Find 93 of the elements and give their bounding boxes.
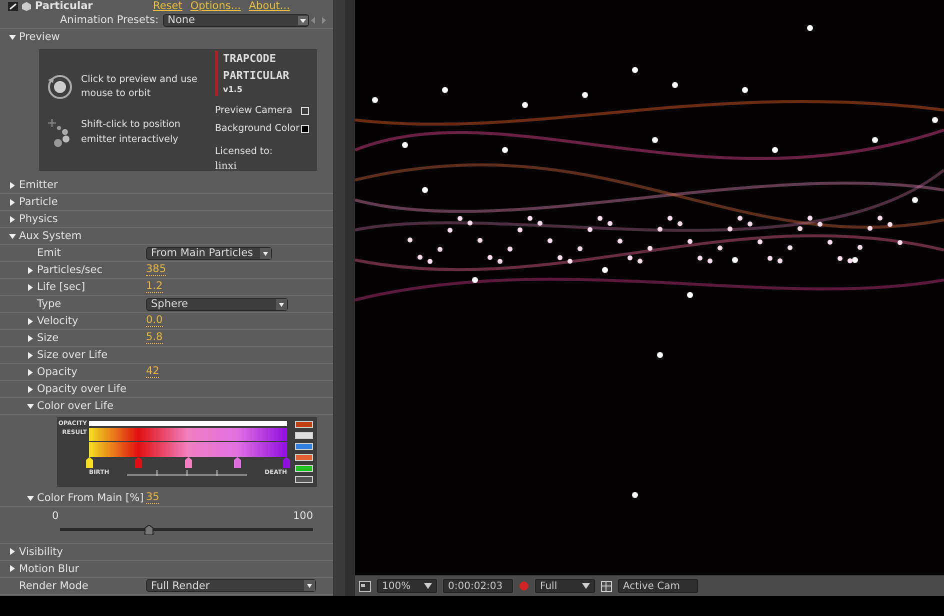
effect-name: Particular — [35, 0, 94, 12]
slider-max-label: 100 — [292, 509, 313, 524]
twirl-icon[interactable] — [9, 232, 16, 240]
twirl-icon[interactable] — [9, 216, 16, 222]
twirl-icon[interactable] — [9, 565, 16, 572]
property-label: Velocity — [37, 316, 78, 326]
cube-icon — [22, 2, 31, 10]
preview-hint: Shift-click to position emitter interactively — [81, 118, 182, 146]
logo-text: PARTICULAR — [223, 68, 290, 84]
gradient-preset-swatch[interactable] — [295, 432, 313, 439]
dropdown[interactable]: From Main Particles — [146, 246, 272, 260]
gradient-preset-swatch[interactable] — [295, 454, 313, 461]
twirl-icon[interactable] — [27, 284, 34, 290]
value-field[interactable]: 385 — [146, 264, 166, 276]
preview-panel[interactable]: Click to preview and use mouse to orbit Shift-click to position emitter interactively TRAPCODE PARTICULAR v1.5 Preview Camera Background Color Licensed to: linxi — [39, 49, 317, 171]
twirl-icon[interactable] — [27, 402, 34, 410]
twirl-icon[interactable] — [9, 182, 16, 188]
color-stop-marker[interactable] — [85, 457, 94, 468]
checkbox[interactable] — [301, 107, 309, 116]
twirl-icon[interactable] — [9, 198, 16, 206]
slider-min-label: 0 — [52, 509, 59, 524]
dropdown[interactable]: Sphere — [146, 298, 288, 310]
property-label: Render Mode — [19, 580, 88, 591]
color-stop-marker[interactable] — [184, 457, 192, 468]
effect-link[interactable]: About... — [248, 0, 290, 12]
caret-icon[interactable] — [424, 583, 432, 589]
twirl-icon[interactable] — [27, 494, 34, 502]
orbit-icon — [47, 74, 73, 100]
twirl-icon[interactable] — [27, 352, 34, 358]
twirl-icon[interactable] — [27, 368, 34, 376]
preview-hint: Click to preview and use mouse to orbit — [81, 73, 198, 102]
section-label: Preview — [19, 32, 60, 43]
presets-label: Animation Presets: — [60, 14, 159, 26]
property-label: Life [sec] — [37, 282, 86, 292]
grid-icon[interactable] — [601, 580, 612, 592]
option-label: Background Color — [215, 122, 300, 136]
section-label: Physics — [19, 214, 58, 224]
resolution-dropdown[interactable]: Full — [535, 579, 595, 593]
slider-thumb[interactable] — [144, 524, 154, 535]
property-label: Emit — [37, 248, 61, 258]
gradient-preset-swatch[interactable] — [295, 443, 313, 450]
gradient-preset-swatch[interactable] — [295, 465, 313, 472]
section-label: Opacity over Life — [37, 384, 126, 394]
gradient-preset-swatch[interactable] — [295, 421, 313, 428]
section-label: Emitter — [19, 180, 58, 190]
caret-icon[interactable] — [276, 298, 287, 310]
composition-icon[interactable] — [359, 580, 371, 592]
section-label: Size over Life — [37, 350, 108, 360]
color-stop-marker[interactable] — [282, 457, 291, 468]
property-label: Opacity — [37, 366, 78, 378]
property-label: Color over Life — [37, 400, 114, 412]
value-field[interactable]: 5.8 — [146, 332, 163, 344]
value-field[interactable]: 1.2 — [146, 281, 163, 293]
timecode-field[interactable]: 0:00:02:03 — [443, 579, 513, 593]
twirl-icon[interactable] — [27, 386, 34, 392]
value-field[interactable]: 42 — [146, 366, 160, 378]
license-label: Licensed to: — [215, 144, 274, 158]
twirl-icon[interactable] — [9, 34, 16, 41]
section-label: Motion Blur — [19, 564, 80, 574]
caret-icon[interactable] — [304, 580, 315, 592]
license-name: linxi — [215, 160, 238, 174]
section-label: Aux System — [19, 230, 82, 242]
property-label: Type — [37, 298, 62, 310]
dropdown[interactable]: Full Render — [146, 579, 316, 592]
twirl-icon[interactable] — [27, 318, 34, 324]
camera-dropdown[interactable]: Active Cam — [618, 579, 698, 593]
color-picker-icon[interactable] — [519, 581, 529, 591]
twirl-icon[interactable] — [27, 334, 34, 342]
property-label: Particles/sec — [37, 264, 103, 276]
caret-icon — [298, 16, 308, 24]
color-stop-marker[interactable] — [134, 457, 144, 468]
property-label: Size — [37, 332, 59, 344]
section-label: Visibility — [19, 546, 64, 557]
caret-icon[interactable] — [582, 583, 590, 589]
effect-link[interactable]: Options... — [190, 0, 241, 12]
version-label: v1.5 — [223, 84, 244, 96]
presets-dropdown[interactable]: None — [162, 14, 309, 26]
twirl-icon[interactable] — [9, 548, 16, 556]
value-field[interactable]: 0.0 — [146, 315, 163, 327]
value-field[interactable]: 35 — [146, 492, 160, 504]
gradient-preset-swatch[interactable] — [295, 476, 313, 483]
zoom-dropdown[interactable]: 100% — [377, 579, 437, 593]
logo-text: TRAPCODE — [223, 51, 277, 67]
caret-icon[interactable] — [260, 248, 271, 258]
checkbox[interactable] — [301, 125, 309, 134]
scrollbar[interactable] — [333, 0, 345, 596]
option-label: Preview Camera — [215, 104, 292, 118]
effect-toggle-icon[interactable] — [8, 2, 18, 10]
section-label: Particle — [19, 196, 58, 208]
twirl-icon[interactable] — [27, 266, 34, 274]
color-stop-marker[interactable] — [232, 457, 242, 468]
property-label: Color From Main [%] — [37, 492, 144, 504]
effect-link[interactable]: Reset — [153, 0, 182, 12]
